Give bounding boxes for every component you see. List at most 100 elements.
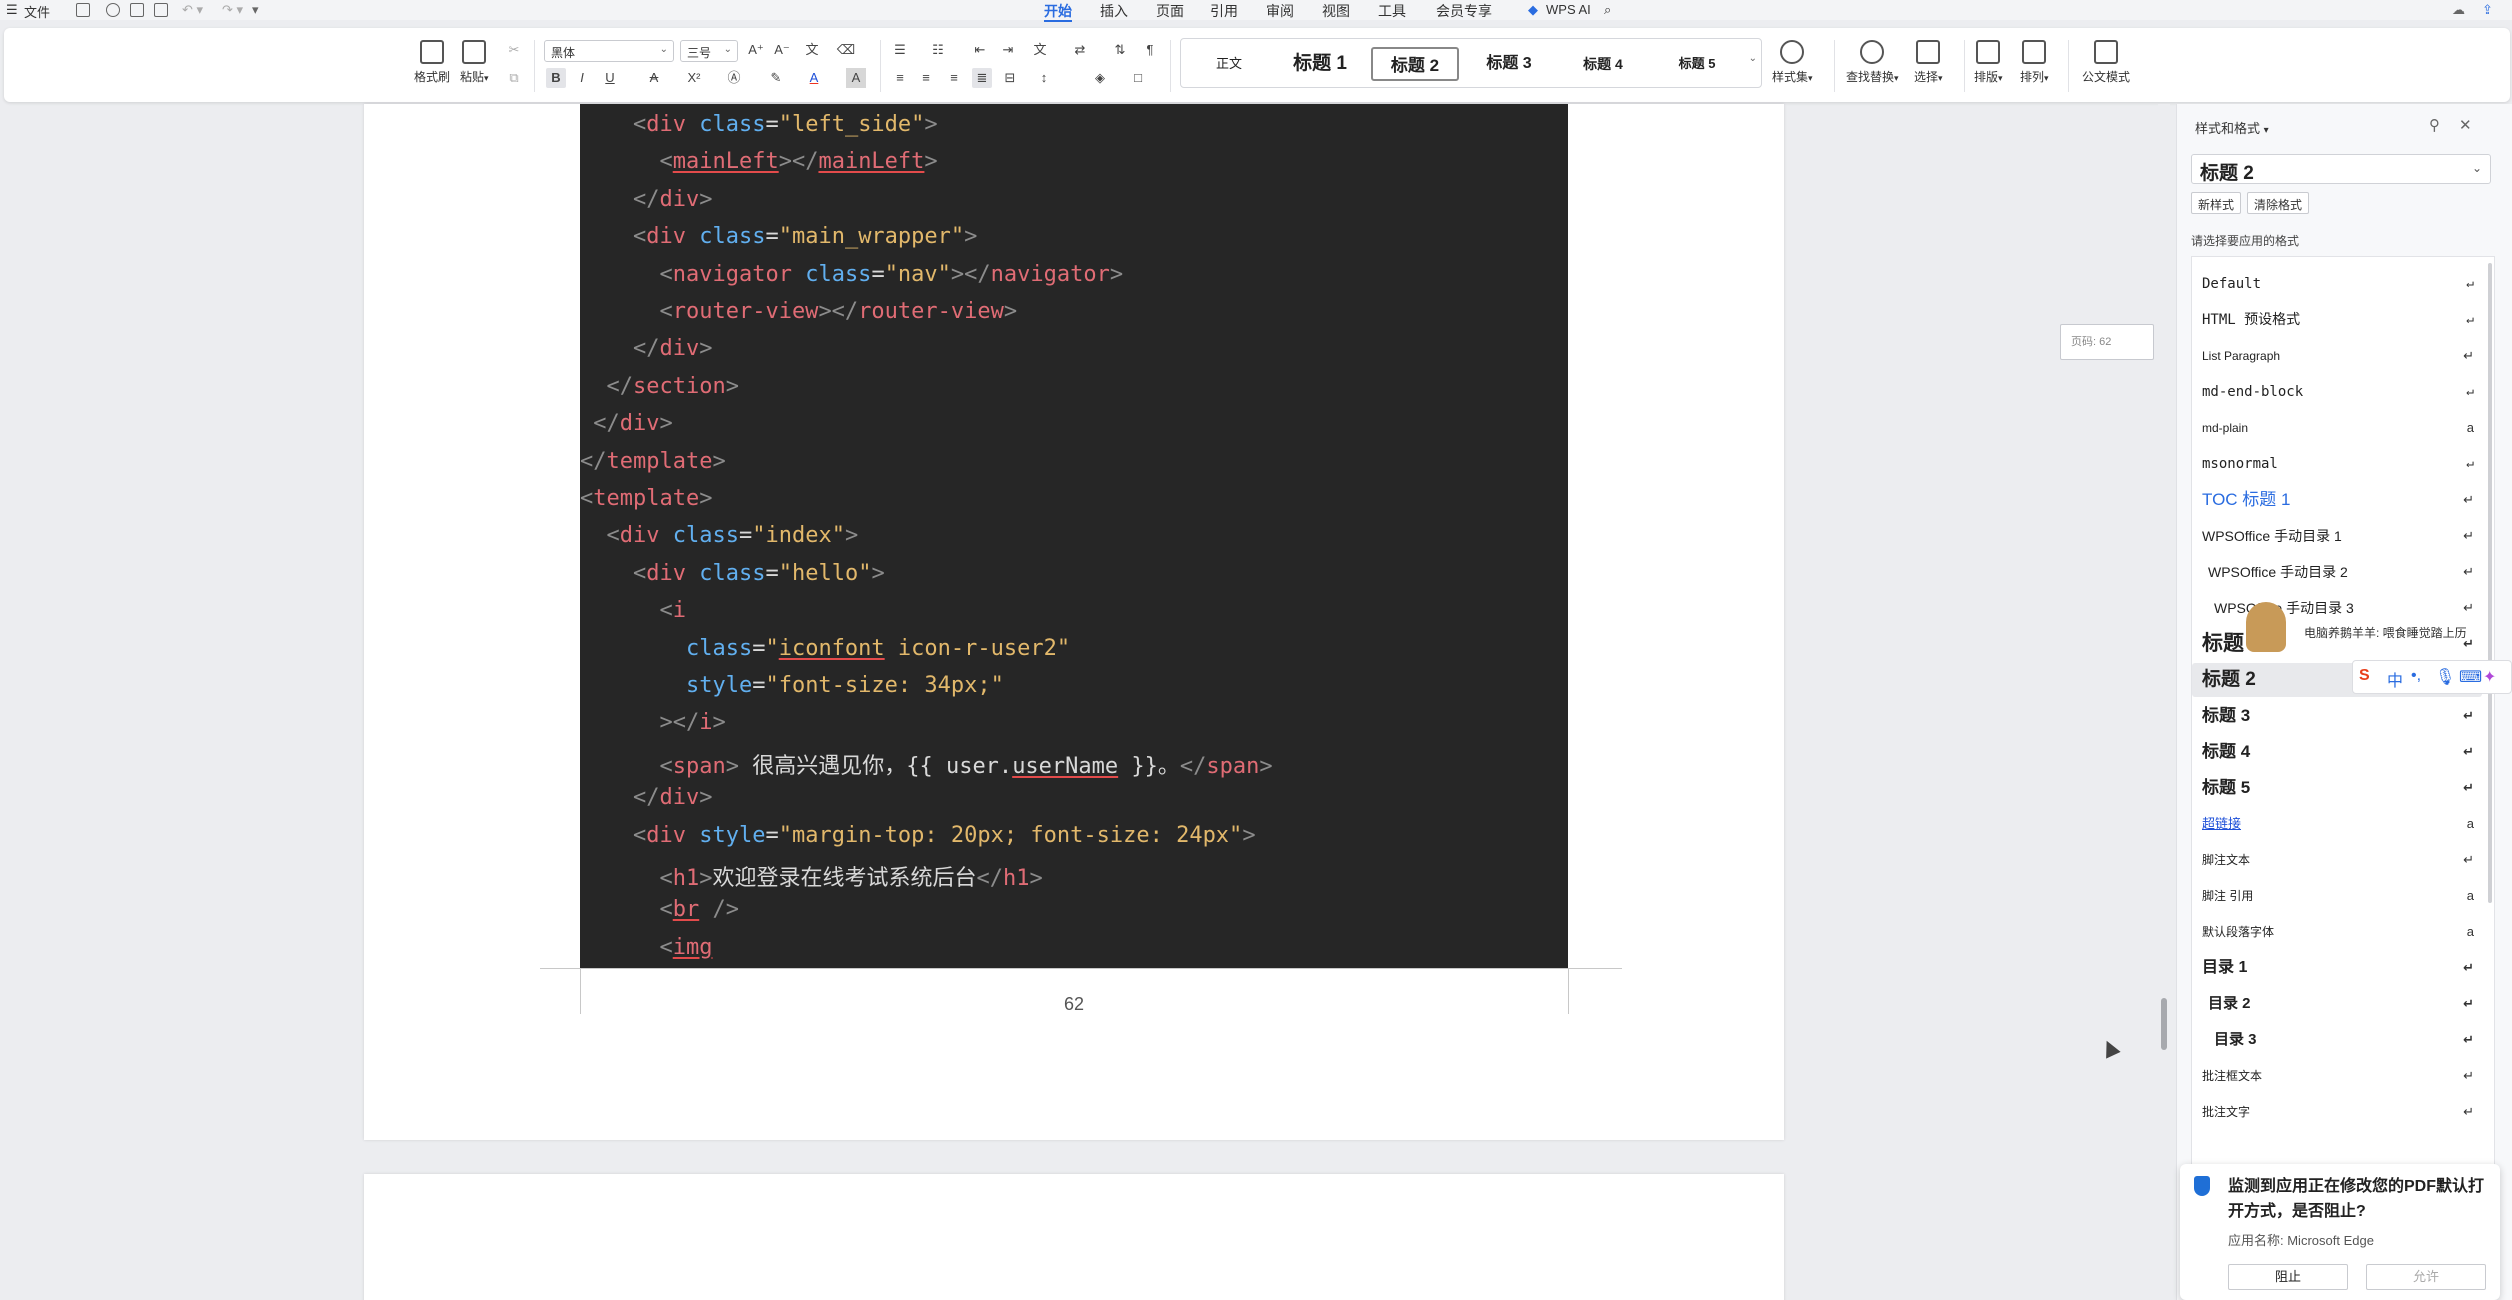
- char-shading-icon[interactable]: A: [846, 68, 866, 88]
- code-line[interactable]: </div>: [580, 187, 713, 221]
- align-right-icon[interactable]: ≡: [944, 68, 964, 88]
- wps-ai-button[interactable]: WPS AI: [1546, 2, 1591, 17]
- print-preview-icon[interactable]: [154, 3, 168, 17]
- code-line[interactable]: <img: [580, 935, 712, 968]
- justify-icon[interactable]: ≣: [972, 68, 992, 88]
- style-list-item[interactable]: 标题 5 ↵: [2192, 771, 2482, 805]
- share-icon[interactable]: [106, 3, 120, 17]
- style-list-item[interactable]: 批注文字 ↵: [2192, 1095, 2482, 1129]
- allow-button[interactable]: 允许: [2366, 1264, 2486, 1290]
- text-direction-icon[interactable]: ⇄: [1070, 40, 1090, 60]
- shrink-font-icon[interactable]: A⁻: [772, 40, 792, 60]
- bullet-list-icon[interactable]: ☰: [890, 40, 910, 60]
- code-line[interactable]: <div class="index">: [580, 523, 859, 557]
- code-line[interactable]: <div class="hello">: [580, 561, 885, 595]
- gallery-style-3[interactable]: 标题 3: [1467, 47, 1551, 81]
- superscript-icon[interactable]: X²: [684, 68, 704, 88]
- code-line[interactable]: <div class="left_side">: [580, 112, 938, 146]
- font-name-select[interactable]: 黑体 ⌄: [544, 40, 674, 62]
- style-list-item[interactable]: WPSOffice 手动目录 3 ↵: [2192, 591, 2482, 625]
- style-list-item[interactable]: 脚注 引用 a: [2192, 879, 2482, 913]
- code-line[interactable]: </template>: [580, 449, 726, 483]
- style-list-item[interactable]: WPSOffice 手动目录 1 ↵: [2192, 519, 2482, 553]
- document-scrollbar[interactable]: [2158, 104, 2170, 1300]
- style-list-item[interactable]: 批注框文本 ↵: [2192, 1059, 2482, 1093]
- gallery-style-1[interactable]: 标题 1: [1279, 47, 1361, 81]
- document-page-next[interactable]: [364, 1174, 1784, 1300]
- align-left-icon[interactable]: ≡: [890, 68, 910, 88]
- code-line[interactable]: ></i>: [580, 710, 725, 744]
- current-style-select[interactable]: 标题 2 ⌄: [2191, 154, 2491, 184]
- distributed-icon[interactable]: ⊟: [1000, 68, 1020, 88]
- gallery-style-4[interactable]: 标题 4: [1561, 47, 1645, 81]
- tab-3[interactable]: 引用: [1210, 1, 1238, 21]
- font-color-icon[interactable]: A: [804, 68, 824, 88]
- phonetic-guide-icon[interactable]: 文: [802, 40, 822, 60]
- style-list-item[interactable]: 目录 1 ↵: [2192, 951, 2482, 985]
- microphone-icon[interactable]: 🎙: [2435, 667, 2455, 687]
- code-line[interactable]: <br />: [580, 897, 739, 931]
- style-list-item[interactable]: WPSOffice 手动目录 2 ↵: [2192, 555, 2482, 589]
- tab-0[interactable]: 开始: [1044, 1, 1072, 22]
- style-list-item[interactable]: 目录 2 ↵: [2192, 987, 2482, 1021]
- scrollbar-thumb[interactable]: [2161, 998, 2167, 1050]
- layout-button[interactable]: 排版▾: [1974, 40, 2003, 85]
- chinese-layout-icon[interactable]: 文: [1030, 40, 1050, 60]
- border-icon[interactable]: □: [1128, 68, 1148, 88]
- tab-5[interactable]: 视图: [1322, 1, 1350, 21]
- style-list-item[interactable]: md-end-block ↵: [2192, 375, 2482, 409]
- clear-format-button[interactable]: 清除格式: [2247, 192, 2310, 214]
- style-list-item[interactable]: TOC 标题 1 ↵: [2192, 483, 2482, 517]
- align-center-icon[interactable]: ≡: [916, 68, 936, 88]
- style-set-button[interactable]: 样式集▾: [1772, 40, 1813, 85]
- strikethrough-icon[interactable]: A: [644, 68, 664, 88]
- cut-icon[interactable]: ✂: [504, 40, 524, 60]
- code-line[interactable]: <template>: [580, 486, 712, 520]
- code-line[interactable]: <i: [580, 598, 686, 632]
- code-line[interactable]: </div>: [580, 785, 713, 819]
- select-button[interactable]: 选择▾: [1914, 40, 1943, 85]
- italic-icon[interactable]: I: [572, 68, 592, 88]
- code-line[interactable]: <router-view></router-view>: [580, 299, 1017, 333]
- close-icon[interactable]: ✕: [2459, 116, 2472, 134]
- arrange-button[interactable]: 排列▾: [2020, 40, 2049, 85]
- print-icon[interactable]: [130, 3, 144, 17]
- code-block[interactable]: <div class="left_side"> <mainLeft></main…: [580, 104, 1568, 968]
- sort-icon[interactable]: ⇅: [1110, 40, 1130, 60]
- redo-icon[interactable]: ↷ ▾: [222, 2, 243, 18]
- style-list-item[interactable]: List Paragraph ↵: [2192, 339, 2482, 373]
- tab-4[interactable]: 审阅: [1266, 1, 1294, 21]
- ime-toolbar[interactable]: S 中 •, 🎙 ⌨ ✦: [2352, 660, 2512, 694]
- grow-font-icon[interactable]: A⁺: [746, 40, 766, 60]
- style-list-item[interactable]: 脚注文本 ↵: [2192, 843, 2482, 877]
- save-icon[interactable]: [76, 3, 90, 17]
- style-list-item[interactable]: 默认段落字体 a: [2192, 915, 2482, 949]
- gallery-style-2[interactable]: 标题 2: [1371, 47, 1459, 81]
- ime-lang-toggle[interactable]: 中: [2387, 667, 2403, 691]
- ime-mascot-icon[interactable]: [2246, 602, 2286, 652]
- code-line[interactable]: <div style="margin-top: 20px; font-size:…: [580, 823, 1256, 857]
- quick-access-more-icon[interactable]: ▾: [252, 2, 259, 18]
- pin-icon[interactable]: ⚲: [2429, 116, 2440, 134]
- punctuation-icon[interactable]: •,: [2411, 667, 2421, 685]
- style-list-item[interactable]: 标题 4 ↵: [2192, 735, 2482, 769]
- file-menu[interactable]: 文件: [24, 2, 50, 21]
- bold-icon[interactable]: B: [546, 68, 566, 88]
- gallery-style-5[interactable]: 标题 5: [1655, 47, 1739, 81]
- cloud-sync-icon[interactable]: ☁: [2452, 2, 2465, 18]
- font-size-select[interactable]: 三号 ⌄: [680, 40, 738, 62]
- gallery-expand-icon[interactable]: ⌄: [1749, 53, 1757, 64]
- code-line[interactable]: </section>: [580, 374, 739, 408]
- numbered-list-icon[interactable]: ☷: [928, 40, 948, 60]
- panel-title[interactable]: 样式和格式 ▾: [2195, 118, 2269, 137]
- app-menu-icon[interactable]: ☰: [6, 2, 18, 18]
- share-button-icon[interactable]: ⇪: [2482, 2, 2493, 18]
- increase-indent-icon[interactable]: ⇥: [998, 40, 1018, 60]
- style-list-item[interactable]: 标题 3 ↵: [2192, 699, 2482, 733]
- code-line[interactable]: class="iconfont icon-r-user2": [580, 636, 1070, 670]
- code-line[interactable]: <div class="main_wrapper">: [580, 224, 977, 258]
- paste-button[interactable]: 粘贴▾: [460, 40, 489, 85]
- style-list-item[interactable]: HTML 预设格式 ↵: [2192, 303, 2482, 337]
- code-line[interactable]: <h1>欢迎登录在线考试系统后台</h1>: [580, 860, 1042, 894]
- tab-1[interactable]: 插入: [1100, 1, 1128, 21]
